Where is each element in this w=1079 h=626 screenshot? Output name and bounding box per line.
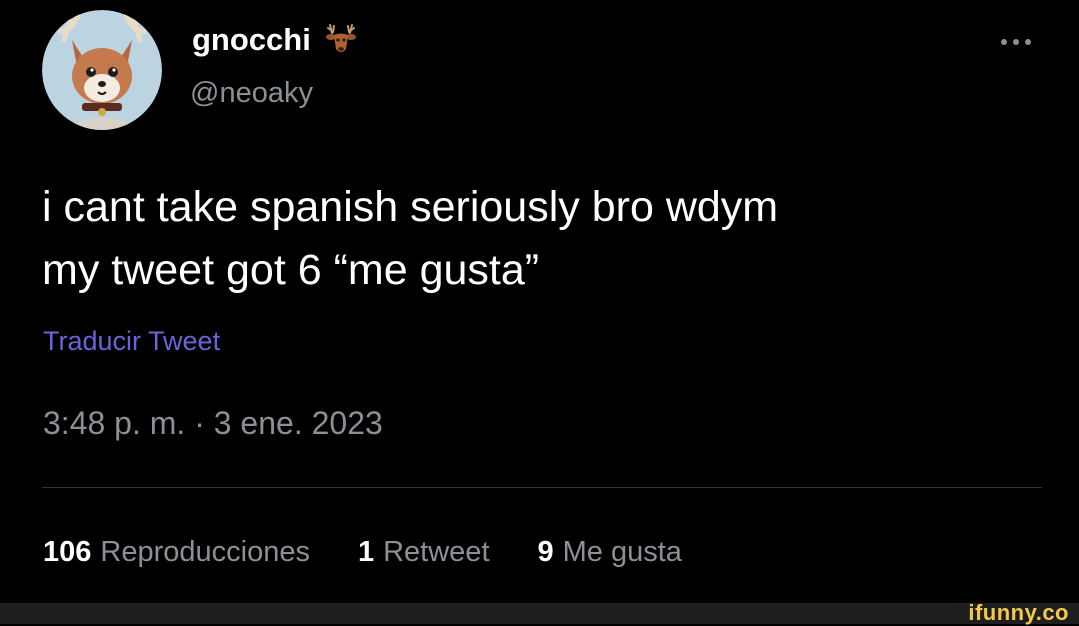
author-display-name[interactable]: gnocchi: [192, 22, 311, 58]
views-count: 106: [43, 536, 92, 568]
translate-tweet-link[interactable]: Traducir Tweet: [43, 326, 220, 357]
more-options-icon[interactable]: [996, 32, 1040, 52]
tweet-text-line: i cant take spanish seriously bro wdym: [42, 183, 779, 231]
views-stat: 106 Reproducciones: [43, 536, 310, 569]
retweets-stat[interactable]: 1 Retweet: [358, 536, 490, 569]
avatar[interactable]: [42, 10, 162, 130]
footer-bar: [0, 603, 1079, 624]
likes-stat[interactable]: 9 Me gusta: [538, 536, 682, 569]
deer-icon: [323, 22, 359, 58]
retweets-label: Retweet: [383, 536, 490, 568]
views-label: Reproducciones: [100, 536, 310, 568]
fox-avatar-icon: [42, 10, 162, 130]
author-handle[interactable]: @neoaky: [190, 77, 313, 110]
tweet-text-line: my tweet got 6 “me gusta”: [42, 246, 540, 294]
tweet-stats: 106 Reproducciones 1 Retweet 9 Me gusta: [43, 536, 682, 569]
likes-label: Me gusta: [562, 536, 682, 568]
tweet-text: i cant take spanish seriously bro wdym m…: [42, 176, 1042, 302]
author-name-row[interactable]: gnocchi: [192, 22, 359, 58]
likes-count: 9: [537, 536, 554, 568]
ifunny-watermark: ifunny.co: [968, 600, 1069, 625]
divider: [42, 487, 1042, 488]
tweet-timestamp[interactable]: 3:48 p. m. · 3 ene. 2023: [43, 405, 383, 442]
retweets-count: 1: [357, 536, 375, 568]
